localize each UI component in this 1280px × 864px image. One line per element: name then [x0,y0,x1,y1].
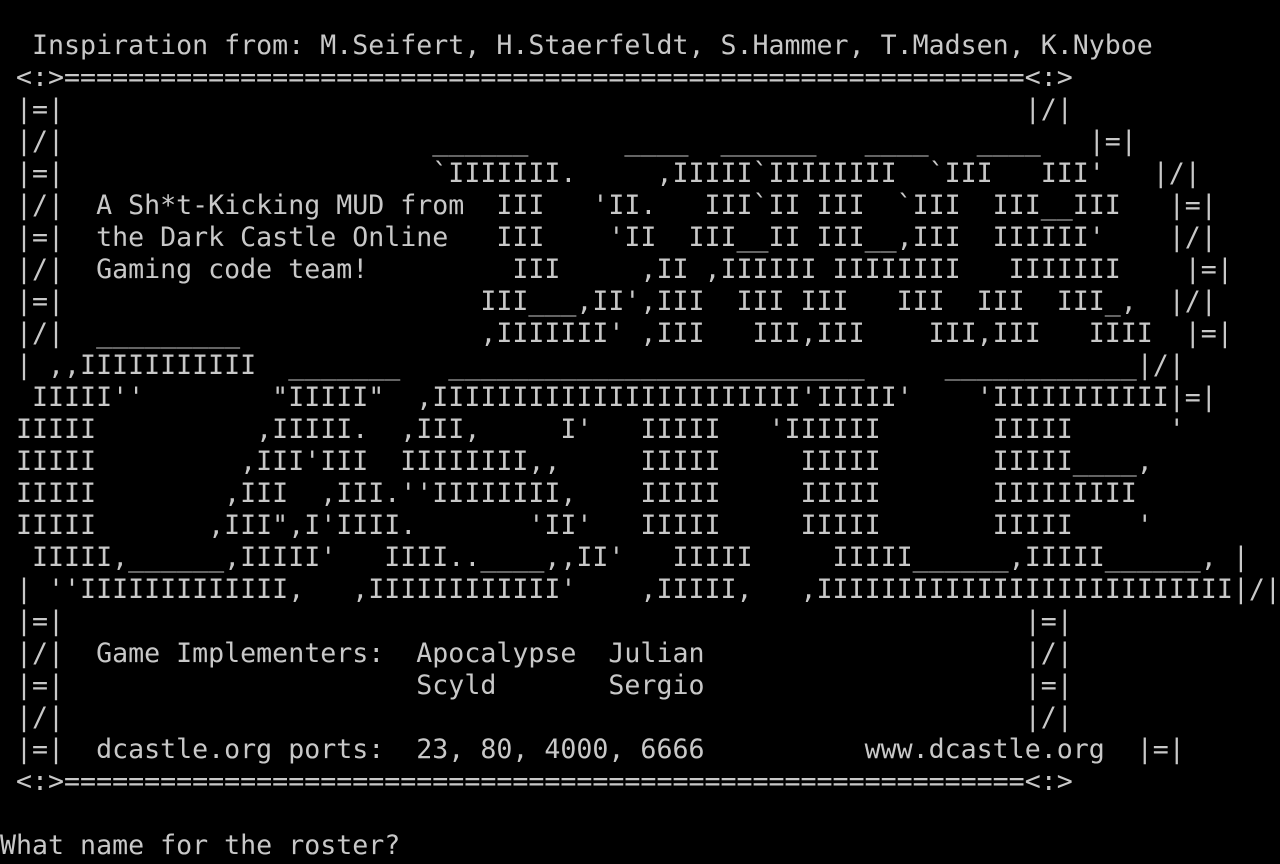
border-top: <:>=====================================… [0,62,1073,93]
tagline-line: |=| the Dark Castle Online III 'II III__… [0,222,1217,253]
ascii-art-line: |=| `IIIIIII. ,IIIII`IIIIIIII `III III' … [0,158,1201,189]
ascii-art-line: |/| _________ ,IIIIIII' ,III III,III III… [0,318,1233,349]
ascii-art-line: | ''IIIIIIIIIIIII, ,IIIIIIIIIIII' ,IIIII… [0,574,1280,605]
ascii-art-line: IIIII ,III",I'IIII. 'II' IIIII IIIII III… [0,510,1153,541]
prompt-text: What name for the roster? [0,830,401,861]
ascii-art-line: IIIII ,III ,III.''IIIIIIII, IIIII IIIII … [0,478,1137,509]
ascii-art-line: IIIII'' "IIIII" ,IIIIIIIIIIIIIIIIIIIIIII… [0,382,1217,413]
ascii-art-line: IIIII,______,IIIII' IIII..____,,II' IIII… [0,542,1249,573]
ascii-art-line: |=| |/| [0,94,1073,125]
border-bottom: <:>=====================================… [0,766,1073,797]
ascii-art-line: IIIII ,IIIII. ,III, I' IIIII 'IIIIII III… [0,414,1185,445]
border-line: |=| |=| [0,606,1073,637]
prompt-line: What name for the roster? [0,830,1280,862]
tagline-line: |/| Gaming code team! III ,II ,IIIIII II… [0,254,1233,285]
ascii-art-line: |=| III___,II',III III III III III III_,… [0,286,1217,317]
terminal-screen: Inspiration from: M.Seifert, H.Staerfeld… [0,30,1280,864]
implementers-line: |/| Game Implementers: Apocalypse Julian… [0,638,1073,669]
ascii-art-line: |/| ______ ____ ______ ____ ____ |=| [0,126,1137,157]
ports-line: |=| dcastle.org ports: 23, 80, 4000, 666… [0,734,1185,765]
roster-name-input[interactable] [416,830,1016,862]
tagline-line: |/| A Sh*t-Kicking MUD from III 'II. III… [0,190,1217,221]
implementers-line: |=| Scyld Sergio |=| [0,670,1073,701]
ascii-art-line: | ,,IIIIIIIIIII _______ ________________… [0,350,1185,381]
ascii-art-line: IIIII ,III'III IIIIIIII,, IIIII IIIII II… [0,446,1153,477]
border-line: |/| |/| [0,702,1073,733]
credits-line: Inspiration from: M.Seifert, H.Staerfeld… [0,30,1153,61]
